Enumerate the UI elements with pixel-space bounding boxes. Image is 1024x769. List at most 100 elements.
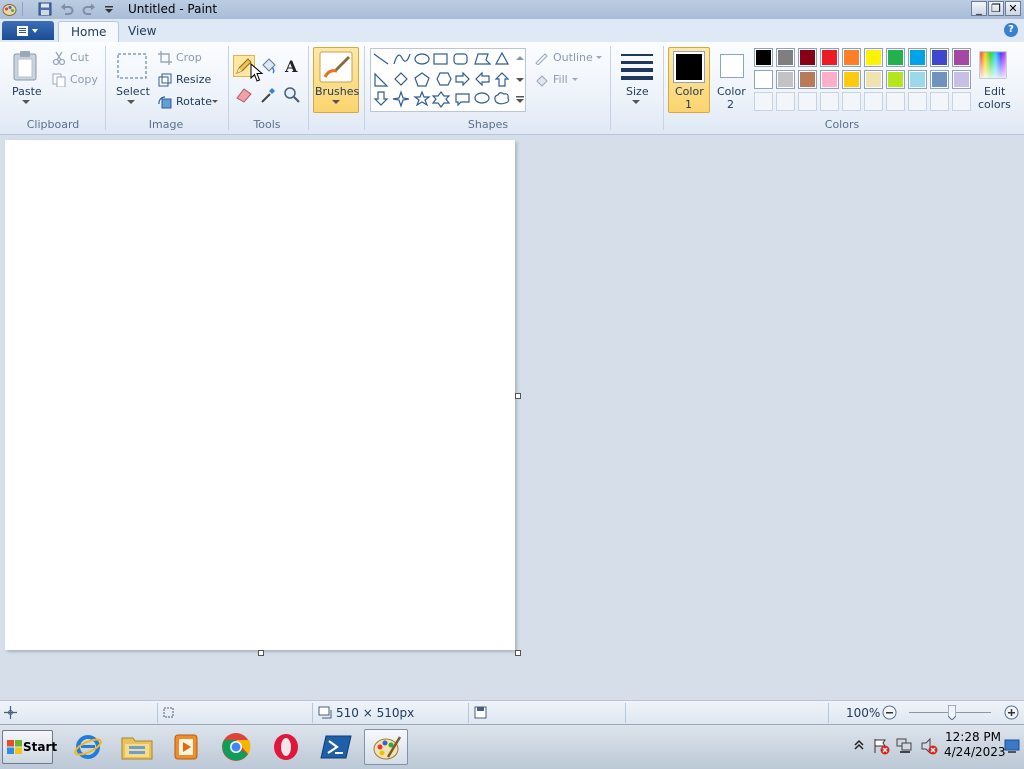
taskbar-powershell[interactable] bbox=[314, 729, 358, 765]
taskbar-internet-explorer[interactable] bbox=[66, 729, 110, 765]
palette-swatch[interactable] bbox=[842, 70, 861, 89]
customize-qat-icon[interactable] bbox=[103, 2, 117, 16]
cut-button[interactable]: Cut bbox=[70, 51, 89, 64]
pentagon-shape-icon[interactable] bbox=[414, 72, 430, 87]
color2-swatch-frame[interactable] bbox=[720, 54, 744, 78]
curve-shape-icon[interactable] bbox=[393, 53, 411, 65]
text-tool-icon[interactable]: A bbox=[283, 57, 301, 75]
oval-shape-icon[interactable] bbox=[414, 53, 430, 65]
size-icon[interactable] bbox=[620, 52, 654, 80]
paste-icon[interactable] bbox=[12, 50, 40, 82]
fill-button[interactable]: Fill bbox=[553, 73, 568, 86]
resize-handle-bottom[interactable] bbox=[258, 650, 264, 656]
chevron-down-icon[interactable] bbox=[127, 100, 135, 105]
outline-icon[interactable] bbox=[534, 51, 548, 65]
undo-icon[interactable] bbox=[60, 2, 74, 16]
palette-swatch[interactable] bbox=[864, 70, 883, 89]
palette-swatch[interactable] bbox=[842, 48, 861, 67]
palette-swatch[interactable] bbox=[930, 70, 949, 89]
select-icon[interactable] bbox=[116, 52, 148, 80]
palette-swatch[interactable] bbox=[908, 48, 927, 67]
chevron-down-icon[interactable] bbox=[632, 100, 640, 105]
tab-home[interactable]: Home bbox=[58, 21, 120, 43]
close-button[interactable]: ✕ bbox=[1005, 1, 1021, 16]
paint-menu-button[interactable] bbox=[2, 21, 54, 40]
zoom-in-icon[interactable] bbox=[1004, 705, 1019, 720]
palette-swatch[interactable] bbox=[798, 70, 817, 89]
color2-label-line1[interactable]: Color bbox=[717, 85, 746, 98]
zoom-slider-thumb[interactable] bbox=[947, 704, 957, 721]
resize-handle-right[interactable] bbox=[515, 393, 521, 399]
taskbar-paint[interactable] bbox=[364, 729, 408, 765]
magnifier-icon[interactable] bbox=[283, 86, 301, 104]
restore-button[interactable]: ❐ bbox=[988, 1, 1004, 16]
palette-swatch[interactable] bbox=[952, 70, 971, 89]
action-center-icon[interactable] bbox=[872, 737, 890, 755]
four-point-star-shape-icon[interactable] bbox=[392, 90, 410, 108]
rectangle-shape-icon[interactable] bbox=[433, 53, 448, 65]
palette-swatch[interactable] bbox=[820, 70, 839, 89]
palette-swatch[interactable] bbox=[754, 92, 773, 111]
palette-swatch[interactable] bbox=[776, 70, 795, 89]
copy-button[interactable]: Copy bbox=[70, 73, 98, 86]
triangle-shape-icon[interactable] bbox=[494, 51, 510, 65]
palette-swatch[interactable] bbox=[930, 92, 949, 111]
volume-icon[interactable] bbox=[920, 737, 938, 755]
resize-button[interactable]: Resize bbox=[176, 73, 211, 86]
left-arrow-shape-icon[interactable] bbox=[475, 71, 490, 87]
paste-label[interactable]: Paste bbox=[12, 85, 42, 98]
six-point-star-shape-icon[interactable] bbox=[431, 91, 451, 108]
fill-icon[interactable] bbox=[534, 73, 548, 87]
eraser-icon[interactable] bbox=[235, 86, 253, 104]
color2-label-line2[interactable]: 2 bbox=[727, 98, 734, 111]
resize-handle-corner[interactable] bbox=[515, 650, 521, 656]
chevron-down-icon[interactable] bbox=[332, 100, 340, 105]
palette-swatch[interactable] bbox=[886, 92, 905, 111]
zoom-out-icon[interactable] bbox=[882, 705, 897, 720]
taskbar-opera[interactable] bbox=[264, 729, 308, 765]
resize-icon[interactable] bbox=[158, 73, 172, 87]
five-point-star-shape-icon[interactable] bbox=[413, 90, 431, 107]
palette-swatch[interactable] bbox=[930, 48, 949, 67]
rotate-button[interactable]: Rotate bbox=[176, 95, 212, 108]
palette-swatch[interactable] bbox=[754, 48, 773, 67]
right-arrow-shape-icon[interactable] bbox=[455, 71, 470, 87]
palette-swatch[interactable] bbox=[908, 70, 927, 89]
palette-swatch[interactable] bbox=[864, 92, 883, 111]
diamond-shape-icon[interactable] bbox=[394, 72, 408, 86]
chevron-down-icon[interactable] bbox=[572, 78, 578, 82]
edit-colors-label-line2[interactable]: colors bbox=[978, 98, 1011, 111]
help-icon[interactable]: ? bbox=[1004, 23, 1018, 37]
show-hidden-icons-icon[interactable] bbox=[854, 739, 864, 751]
minimize-button[interactable]: _ bbox=[971, 1, 987, 16]
palette-swatch[interactable] bbox=[776, 92, 795, 111]
palette-swatch[interactable] bbox=[798, 48, 817, 67]
palette-swatch[interactable] bbox=[952, 48, 971, 67]
scroll-down-icon[interactable] bbox=[516, 78, 524, 83]
polygon-shape-icon[interactable] bbox=[474, 53, 492, 65]
cloud-callout-shape-icon[interactable] bbox=[494, 92, 510, 105]
palette-swatch[interactable] bbox=[864, 48, 883, 67]
tab-view[interactable]: View bbox=[116, 21, 168, 42]
palette-swatch[interactable] bbox=[798, 92, 817, 111]
crop-icon[interactable] bbox=[158, 51, 172, 65]
start-button[interactable]: Start bbox=[2, 730, 57, 764]
rotate-icon[interactable] bbox=[158, 95, 172, 109]
taskbar-file-explorer[interactable] bbox=[115, 729, 159, 765]
taskbar-clock[interactable]: 12:28 PM 4/24/2023 bbox=[944, 730, 1006, 760]
oval-callout-shape-icon[interactable] bbox=[474, 92, 490, 104]
paint-app-icon[interactable] bbox=[2, 2, 17, 17]
network-icon[interactable] bbox=[896, 737, 914, 755]
line-shape-icon[interactable] bbox=[373, 53, 389, 65]
palette-swatch[interactable] bbox=[842, 92, 861, 111]
hexagon-shape-icon[interactable] bbox=[436, 72, 452, 86]
expand-gallery-icon[interactable] bbox=[516, 96, 524, 104]
select-label[interactable]: Select bbox=[116, 85, 150, 98]
right-triangle-shape-icon[interactable] bbox=[374, 72, 389, 87]
size-label[interactable]: Size bbox=[626, 85, 649, 98]
palette-swatch[interactable] bbox=[754, 70, 773, 89]
chevron-down-icon[interactable] bbox=[596, 56, 602, 60]
palette-swatch[interactable] bbox=[886, 70, 905, 89]
palette-swatch[interactable] bbox=[820, 92, 839, 111]
up-arrow-shape-icon[interactable] bbox=[494, 72, 510, 87]
